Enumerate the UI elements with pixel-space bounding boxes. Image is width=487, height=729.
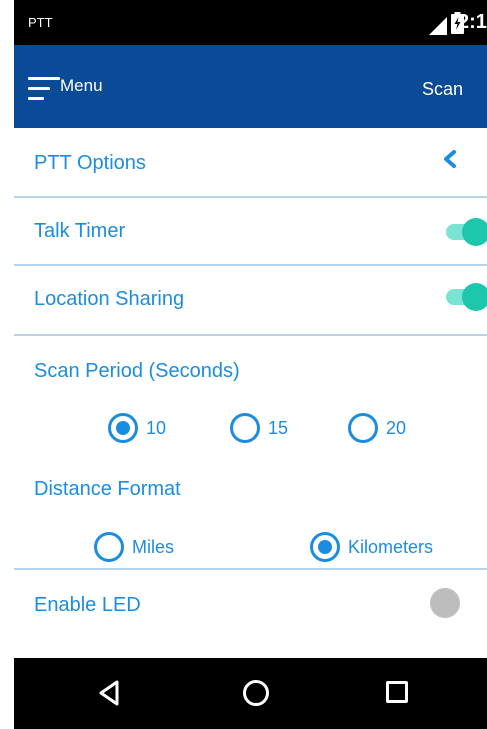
talk-timer-row: Talk Timer [14,198,487,264]
back-triangle-icon[interactable] [98,680,120,706]
toggle-thumb [462,218,487,246]
radio-label: Miles [132,536,175,557]
radio-unchecked-icon [230,413,260,443]
signal-icon [429,17,447,35]
ptt-options-row[interactable]: PTT Options [14,128,487,196]
hamburger-menu-icon [28,75,60,101]
radio-unchecked-icon [348,413,378,443]
enable-led-toggle[interactable] [430,588,460,618]
distance-format-row: Distance Format Miles Kilometers [14,460,487,568]
enable-led-label: Enable LED [34,594,141,616]
chevron-left-icon[interactable] [442,150,458,168]
radio-checked-icon [108,413,138,443]
scan-period-radio-20[interactable]: 20 [348,413,406,443]
menu-label: Menu [60,76,103,95]
distance-format-radio-kilometers[interactable]: Kilometers [310,532,433,562]
ptt-options-label: PTT Options [34,152,146,174]
radio-label: 10 [146,417,167,438]
enable-led-row: Enable LED [14,570,487,658]
talk-timer-label: Talk Timer [34,220,126,242]
scan-period-radio-15[interactable]: 15 [230,413,288,443]
radio-checked-icon [310,532,340,562]
menu-button[interactable]: Menu [28,73,103,103]
app-bar: Menu Scan [14,45,487,128]
distance-format-radio-miles[interactable]: Miles [94,532,174,562]
navigation-bar [14,658,487,729]
recents-square-icon[interactable] [386,681,408,703]
settings-list: PTT Options Talk Timer Location Sharing [14,128,487,658]
toggle-thumb [462,283,487,311]
radio-label: Kilometers [348,536,434,557]
scan-period-radio-10[interactable]: 10 [108,413,166,443]
scan-button[interactable]: Scan [422,79,463,100]
home-circle-icon[interactable] [243,680,269,706]
device-screen: PTT 2:11 Menu Scan PTT Options [14,0,487,729]
radio-label: 20 [386,417,407,438]
radio-label: 15 [268,417,289,438]
radio-unchecked-icon [94,532,124,562]
scan-period-row: Scan Period (Seconds) 10 15 20 [14,336,487,460]
location-sharing-label: Location Sharing [34,288,185,310]
location-sharing-row: Location Sharing [14,266,487,334]
status-app-name: PTT [28,15,53,30]
status-time: 2:11 [458,11,487,33]
scan-period-label: Scan Period (Seconds) [34,360,240,382]
distance-format-label: Distance Format [34,478,181,500]
location-sharing-toggle[interactable] [446,282,487,312]
talk-timer-toggle[interactable] [446,217,487,247]
status-bar: PTT 2:11 [14,0,487,45]
